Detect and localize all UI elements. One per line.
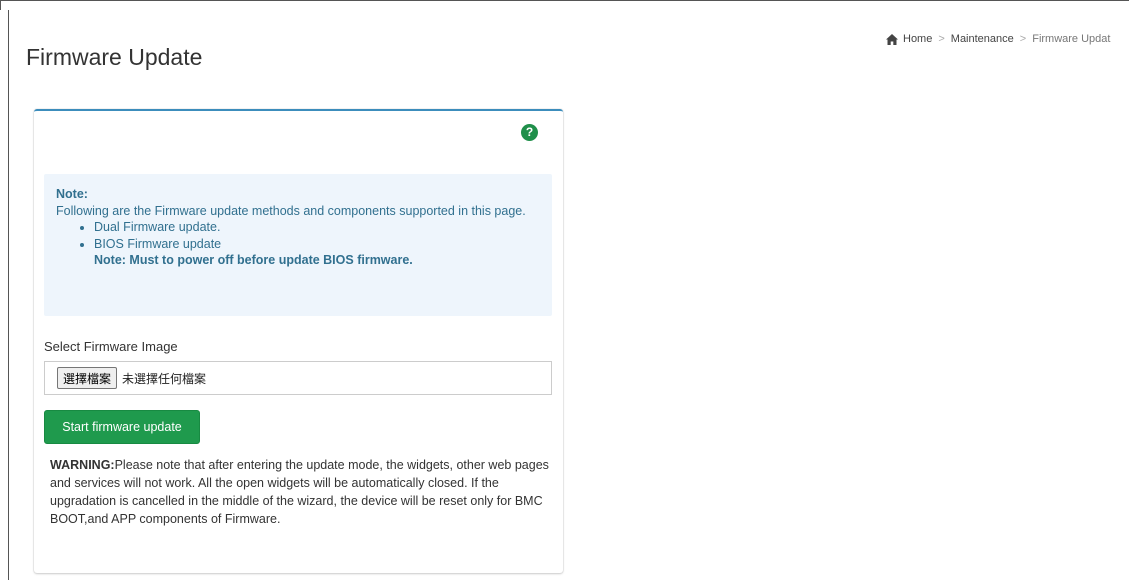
- firmware-update-panel: ? Note: Following are the Firmware updat…: [34, 109, 563, 573]
- bios-power-off-note: Note: Must to power off before update BI…: [94, 253, 413, 267]
- note-intro: Following are the Firmware update method…: [56, 203, 526, 218]
- supported-methods-list: Dual Firmware update. BIOS Firmware upda…: [94, 219, 540, 269]
- list-item-label: BIOS Firmware update: [94, 236, 222, 251]
- file-status-text: 未選擇任何檔案: [122, 371, 207, 386]
- choose-file-button[interactable]: 選擇檔案: [57, 367, 118, 389]
- firmware-file-input[interactable]: 選擇檔案 未選擇任何檔案: [44, 361, 552, 395]
- page-title: Firmware Update: [26, 44, 203, 70]
- start-firmware-update-button[interactable]: Start firmware update: [44, 410, 200, 444]
- warning-text: WARNING:Please note that after entering …: [50, 456, 555, 528]
- list-item: BIOS Firmware update Note: Must to power…: [94, 236, 540, 269]
- breadcrumb-home-link[interactable]: Home: [903, 33, 932, 45]
- warning-message: Please note that after entering the upda…: [50, 458, 549, 526]
- breadcrumb-current: Firmware Updat: [1032, 33, 1111, 45]
- list-item: Dual Firmware update.: [94, 219, 540, 236]
- note-title: Note:: [56, 187, 88, 201]
- question-circle-icon[interactable]: ?: [521, 124, 538, 141]
- warning-label: WARNING:: [50, 458, 115, 472]
- home-icon: [886, 33, 898, 45]
- note-callout: Note: Following are the Firmware update …: [44, 174, 552, 316]
- breadcrumb-maintenance-link[interactable]: Maintenance: [951, 33, 1014, 45]
- window-frame-top: [0, 0, 1129, 10]
- breadcrumb: Home > Maintenance > Firmware Updat: [886, 33, 1129, 45]
- breadcrumb-separator: >: [938, 33, 945, 45]
- window-frame-left: [8, 10, 9, 580]
- breadcrumb-separator: >: [1019, 33, 1027, 45]
- select-firmware-label: Select Firmware Image: [44, 339, 178, 354]
